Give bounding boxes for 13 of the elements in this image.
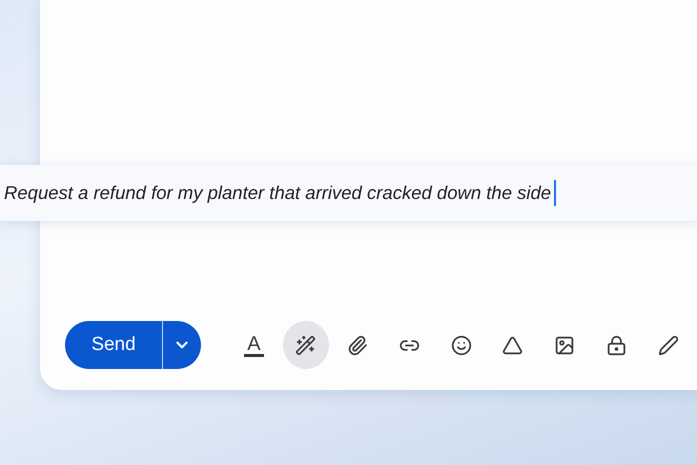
smiley-icon — [450, 334, 472, 356]
sparkle-pen-icon — [295, 334, 316, 356]
format-text-button[interactable]: A — [231, 321, 277, 369]
help-me-write-button[interactable] — [282, 321, 329, 369]
image-icon — [554, 334, 576, 356]
lock-icon — [606, 334, 627, 356]
pen-icon — [658, 334, 679, 356]
send-button[interactable]: Send — [65, 321, 163, 369]
send-options-button[interactable] — [163, 321, 201, 369]
prompt-text: Request a refund for my planter that arrived cracked down the side — [4, 182, 552, 204]
prompt-field[interactable]: Request a refund for my planter that arrived cracked down the side — [0, 165, 697, 221]
paperclip-icon — [346, 334, 368, 356]
triangle-icon — [502, 334, 524, 356]
